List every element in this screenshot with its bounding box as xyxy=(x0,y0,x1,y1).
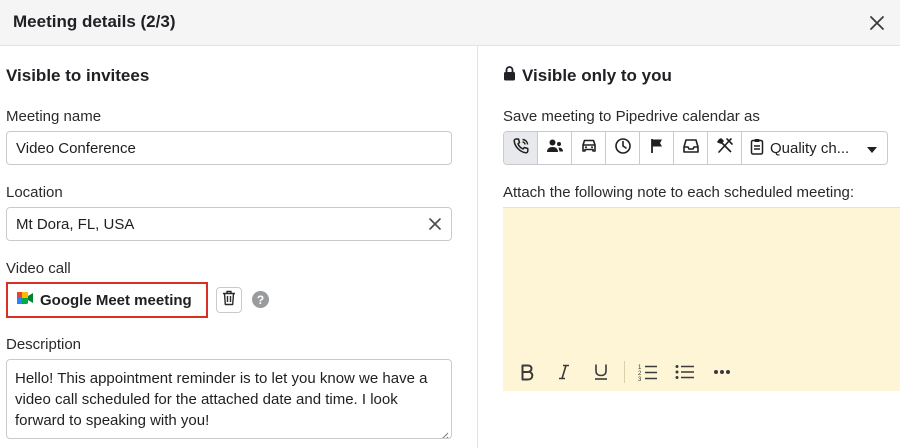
meeting-people-icon xyxy=(546,138,564,159)
help-icon[interactable]: ? xyxy=(252,291,269,308)
italic-icon[interactable] xyxy=(550,360,578,384)
private-panel: Visible only to you Save meeting to Pipe… xyxy=(478,46,900,448)
lock-icon xyxy=(503,66,516,86)
underline-icon[interactable] xyxy=(587,360,615,384)
note-label: Attach the following note to each schedu… xyxy=(503,184,855,201)
clipboard-icon xyxy=(750,138,764,159)
meeting-name-value: Video Conference xyxy=(16,139,136,157)
description-value: Hello! This appointment reminder is to l… xyxy=(15,370,428,429)
private-section-title: Visible only to you xyxy=(522,66,672,85)
description-textarea[interactable]: Hello! This appointment reminder is to l… xyxy=(6,359,452,439)
ordered-list-icon[interactable]: 123 xyxy=(634,360,662,384)
activity-type-selector: Quality ch... xyxy=(503,131,888,165)
clear-location-icon[interactable] xyxy=(427,216,443,232)
google-meet-link[interactable]: Google Meet meeting xyxy=(6,282,208,318)
activity-type-call[interactable] xyxy=(504,132,538,164)
video-call-label: Video call xyxy=(6,260,71,277)
toolbar-separator xyxy=(624,361,625,383)
chevron-down-icon xyxy=(867,140,877,157)
flag-icon xyxy=(649,137,665,160)
invitee-section-title: Visible to invitees xyxy=(6,66,150,85)
location-value: Mt Dora, FL, USA xyxy=(16,215,135,233)
bullet-list-icon[interactable] xyxy=(671,360,699,384)
meeting-name-label: Meeting name xyxy=(6,108,102,125)
activity-type-task[interactable] xyxy=(640,132,674,164)
save-as-label: Save meeting to Pipedrive calendar as xyxy=(503,108,760,125)
clock-icon xyxy=(614,137,632,160)
location-label: Location xyxy=(6,184,63,201)
activity-type-dropdown[interactable]: Quality ch... xyxy=(742,132,887,164)
lunch-icon xyxy=(716,137,734,160)
activity-type-deadline[interactable] xyxy=(606,132,640,164)
selected-activity-type: Quality ch... xyxy=(770,139,850,157)
invitee-panel: Visible to invitees Meeting name Video C… xyxy=(0,46,477,448)
car-icon xyxy=(580,138,598,159)
note-editor[interactable]: 123 xyxy=(503,207,900,391)
location-input[interactable]: Mt Dora, FL, USA xyxy=(6,207,452,241)
private-section-header: Visible only to you xyxy=(503,66,672,86)
phone-call-icon xyxy=(512,137,530,160)
bold-icon[interactable] xyxy=(513,360,541,384)
inbox-icon xyxy=(682,138,700,159)
google-meet-icon xyxy=(16,291,34,310)
dialog-title: Meeting details (2/3) xyxy=(13,12,176,31)
google-meet-label: Google Meet meeting xyxy=(40,291,192,309)
trash-icon xyxy=(222,290,236,311)
description-label: Description xyxy=(6,336,82,353)
more-icon[interactable] xyxy=(708,360,736,384)
activity-type-email[interactable] xyxy=(674,132,708,164)
note-format-toolbar: 123 xyxy=(513,360,745,384)
svg-text:3: 3 xyxy=(638,377,642,381)
close-icon[interactable] xyxy=(864,10,890,36)
activity-type-drive[interactable] xyxy=(572,132,606,164)
delete-video-call-button[interactable] xyxy=(216,287,242,313)
dialog-header: Meeting details (2/3) xyxy=(0,0,900,46)
resize-handle-icon[interactable] xyxy=(439,426,449,438)
activity-type-meeting[interactable] xyxy=(538,132,572,164)
meeting-name-input[interactable]: Video Conference xyxy=(6,131,452,165)
activity-type-lunch[interactable] xyxy=(708,132,742,164)
